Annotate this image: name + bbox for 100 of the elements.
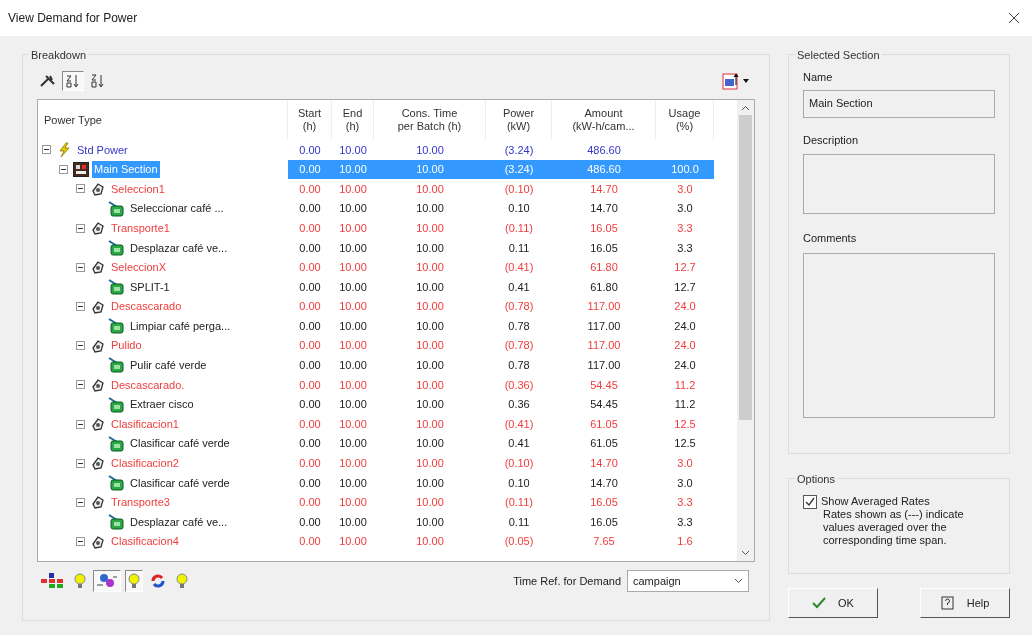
table-cell-text: (0.36) <box>504 377 534 393</box>
column-header[interactable]: Amount (kW-h/cam... <box>552 100 656 140</box>
tree-item-label[interactable]: Descascarado. <box>109 376 187 394</box>
wrench-icon <box>40 74 56 88</box>
column-header[interactable]: Power Type <box>38 100 288 140</box>
tree-item-label[interactable]: Seleccion1 <box>109 180 167 198</box>
tree-item-label[interactable]: Clasificar café verde <box>128 435 232 452</box>
table-cell-text: 10.00 <box>339 534 367 550</box>
tree-toggle-icon[interactable] <box>76 223 85 233</box>
tree-item-label[interactable]: Desplazar café ve... <box>128 513 230 531</box>
table-cell-text: 12.7 <box>674 260 696 276</box>
column-header[interactable]: Usage (%) <box>656 100 714 140</box>
table-cell-text: 0.00 <box>299 338 321 354</box>
tree-item-label[interactable]: Clasificar café verde <box>128 474 232 492</box>
tree-item-label[interactable]: Std Power <box>75 141 130 159</box>
table-cell-text: (0.78) <box>504 299 534 315</box>
comments-field[interactable] <box>803 252 995 418</box>
scroll-up-icon[interactable] <box>741 105 750 111</box>
column-header[interactable]: End (h) <box>332 100 374 140</box>
table-cell-text: (0.05) <box>504 534 534 550</box>
check-icon <box>805 497 815 507</box>
column-header[interactable]: Start (h) <box>288 100 332 140</box>
window-title: View Demand for Power <box>8 10 138 27</box>
table-cell-text: 0.00 <box>299 456 321 472</box>
table-cell-text: 486.60 <box>587 162 621 178</box>
tree-toggle-icon[interactable] <box>76 302 85 312</box>
name-field[interactable]: Main Section <box>803 89 995 118</box>
toolbar-button[interactable] <box>62 71 84 91</box>
tree-item-label[interactable]: Clasificacion4 <box>109 533 181 550</box>
table-cell-text: 10.00 <box>416 495 444 511</box>
field-label: Description <box>803 132 860 148</box>
table-cell-text: 0.00 <box>299 260 321 276</box>
table-cell-text: 0.00 <box>299 162 321 178</box>
table-cell-text: 10.00 <box>416 220 444 236</box>
tree-toggle-icon[interactable] <box>76 537 85 547</box>
tree-toggle-icon[interactable] <box>76 380 85 390</box>
ok-button[interactable]: OK <box>788 588 878 618</box>
table-cell-text: 0.11 <box>508 240 530 256</box>
table-cell-text: 10.00 <box>339 416 367 432</box>
table-cell-text: 0.41 <box>508 279 530 295</box>
tree-toggle-icon[interactable] <box>76 341 85 351</box>
table-cell-text: 10.00 <box>416 456 444 472</box>
table-cell-text: 0.00 <box>299 181 321 197</box>
tree-toggle-icon[interactable] <box>76 458 85 468</box>
time-reference-dropdown[interactable]: campaign <box>627 570 749 592</box>
tree-toggle-icon[interactable] <box>76 419 85 429</box>
tree-item-label[interactable]: Clasificacion2 <box>109 455 181 472</box>
table-cell-text: 10.00 <box>339 260 367 276</box>
table-cell-text: 10.00 <box>416 475 444 491</box>
table-cell-text: 10.00 <box>416 514 444 530</box>
tree-toggle-icon[interactable] <box>76 498 85 507</box>
tree-item-label[interactable]: Pulir café verde <box>128 357 209 374</box>
help-button[interactable]: Help <box>920 588 1010 618</box>
export-dropdown-button[interactable] <box>722 72 749 90</box>
tank-icon <box>107 396 125 413</box>
tank-icon <box>107 239 125 256</box>
tree-item-label[interactable]: Transporte3 <box>109 494 172 511</box>
tree-toggle-icon[interactable] <box>76 184 85 194</box>
tree-toggle-icon[interactable] <box>76 262 85 272</box>
tree-item-label[interactable]: Descascarado <box>109 298 184 315</box>
tree-item-label[interactable]: Clasificacion1 <box>109 415 181 433</box>
table-cell-text: 61.05 <box>590 416 618 432</box>
tree-item-label[interactable]: Pulido <box>109 337 144 354</box>
tree-item-label[interactable]: Desplazar café ve... <box>128 239 230 256</box>
table-cell-text: 10.00 <box>339 514 367 530</box>
tree-item-label[interactable]: SPLIT-1 <box>128 278 172 296</box>
table-cell-text: 10.00 <box>339 279 367 295</box>
table-cell-text: 61.05 <box>590 436 618 452</box>
table-cell-text: (3.24) <box>504 142 534 158</box>
tree-toggle-icon[interactable] <box>42 145 51 155</box>
table-cell-text: 10.00 <box>339 377 367 393</box>
field-label: Comments <box>803 231 858 246</box>
table-cell-text: (0.41) <box>504 260 534 276</box>
tank-icon <box>107 357 125 374</box>
close-icon[interactable] <box>1008 12 1020 24</box>
tree-item-label[interactable]: Transporte1 <box>109 219 172 237</box>
tree-item-label[interactable]: SeleccionX <box>109 259 169 276</box>
scroll-down-icon[interactable] <box>741 550 750 556</box>
table-cell-text: 0.00 <box>299 142 321 158</box>
table-cell-text: 10.00 <box>339 299 367 315</box>
table-cell-text: 0.36 <box>508 397 530 413</box>
table-cell-text: 10.00 <box>339 162 367 178</box>
table-cell-text: 3.3 <box>677 495 693 511</box>
description-field[interactable] <box>803 154 995 214</box>
table-cell-text: (0.10) <box>504 181 534 197</box>
help-icon <box>940 596 955 610</box>
vertical-scrollbar[interactable] <box>737 100 754 561</box>
flow-icon <box>96 573 118 589</box>
tree-item-label[interactable]: Extraer cisco <box>128 396 196 413</box>
checkbox[interactable] <box>803 495 817 509</box>
tree-item-label[interactable]: Seleccionar café ... <box>128 200 226 217</box>
table-cell-text: 10.00 <box>416 338 444 354</box>
column-header[interactable]: Power (kW) <box>486 100 552 140</box>
tree-toggle-icon[interactable] <box>59 164 68 174</box>
table-cell-text: 0.10 <box>508 201 530 217</box>
column-header[interactable]: Cons. Time per Batch (h) <box>374 100 486 140</box>
toolbar-button[interactable] <box>93 570 121 592</box>
table-cell-text: 117.00 <box>587 318 621 334</box>
table-cell-text: 0.00 <box>299 279 321 295</box>
tree-item-label[interactable]: Limpiar café perga... <box>128 317 233 335</box>
